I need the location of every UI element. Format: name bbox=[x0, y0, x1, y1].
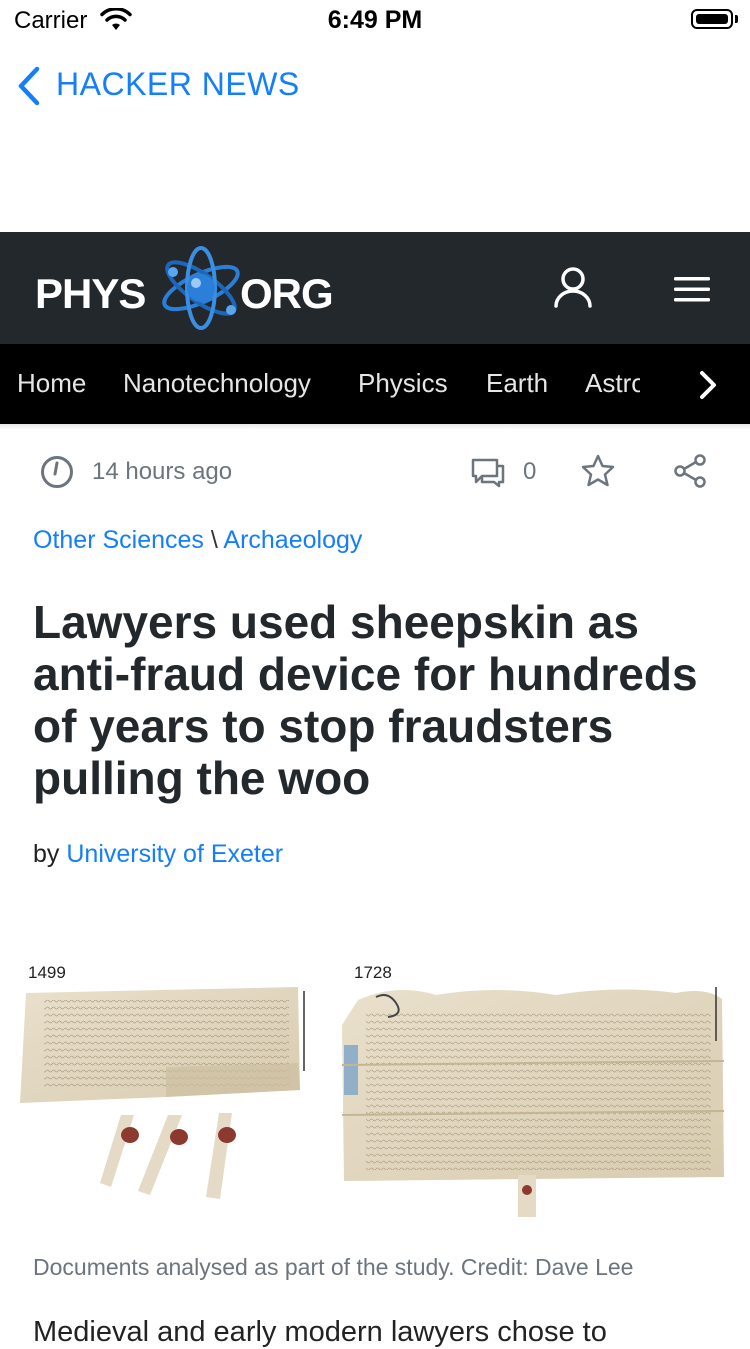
image-caption: Documents analysed as part of the study.… bbox=[33, 1254, 634, 1280]
bookmark-star-icon[interactable] bbox=[580, 453, 616, 489]
header-shadow bbox=[0, 424, 750, 430]
category-home[interactable]: Home bbox=[17, 368, 86, 399]
battery-icon bbox=[691, 9, 733, 29]
category-earth[interactable]: Earth bbox=[486, 368, 548, 399]
category-astronomy[interactable]: Astro bbox=[585, 368, 646, 399]
share-icon[interactable] bbox=[673, 453, 709, 489]
navigation-bar: HACKER NEWS bbox=[0, 60, 750, 110]
article-image[interactable]: 1499 1728 bbox=[16, 955, 746, 1225]
category-physics[interactable]: Physics bbox=[358, 368, 448, 399]
figure-label-1728: 1728 bbox=[354, 963, 392, 982]
clock: 6:49 PM bbox=[327, 6, 423, 34]
breadcrumb-archaeology[interactable]: Archaeology bbox=[223, 526, 362, 554]
logo-text-right: ORG bbox=[240, 270, 334, 317]
document-1499 bbox=[20, 987, 305, 1199]
clock-icon bbox=[41, 456, 73, 488]
breadcrumb-other-sciences[interactable]: Other Sciences bbox=[33, 526, 204, 554]
back-button[interactable]: HACKER NEWS bbox=[56, 66, 300, 103]
article-body: Medieval and early modern lawyers chose … bbox=[33, 1316, 607, 1348]
chevron-right-icon[interactable] bbox=[698, 370, 718, 400]
author-link[interactable]: University of Exeter bbox=[66, 840, 283, 868]
comments-icon[interactable] bbox=[470, 456, 506, 488]
user-account-icon[interactable] bbox=[553, 266, 593, 308]
status-bar: Carrier 6:49 PM bbox=[0, 0, 750, 40]
breadcrumb: Other Sciences \ Archaeology bbox=[33, 526, 362, 555]
battery-cap bbox=[735, 15, 738, 23]
category-fade bbox=[640, 344, 750, 424]
site-header: PHYS ORG bbox=[0, 232, 750, 344]
breadcrumb-separator: \ bbox=[210, 526, 218, 554]
category-nanotechnology[interactable]: Nanotechnology bbox=[123, 368, 311, 399]
logo-text-left: PHYS bbox=[35, 270, 146, 317]
hamburger-menu-icon[interactable] bbox=[672, 275, 712, 303]
document-1728 bbox=[341, 987, 725, 1217]
back-chevron-icon[interactable] bbox=[16, 66, 42, 106]
comment-count: 0 bbox=[523, 458, 537, 485]
byline: by University of Exeter bbox=[33, 840, 283, 869]
atom-logo-icon bbox=[162, 246, 240, 330]
site-logo[interactable]: PHYS ORG bbox=[35, 246, 345, 330]
article-title: Lawyers used sheepskin as anti-fraud dev… bbox=[33, 596, 698, 804]
figure-label-1499: 1499 bbox=[28, 963, 66, 982]
category-navigation: Home Nanotechnology Physics Earth Astro bbox=[0, 344, 750, 424]
byline-prefix: by bbox=[33, 840, 60, 868]
published-time: 14 hours ago bbox=[92, 458, 233, 485]
